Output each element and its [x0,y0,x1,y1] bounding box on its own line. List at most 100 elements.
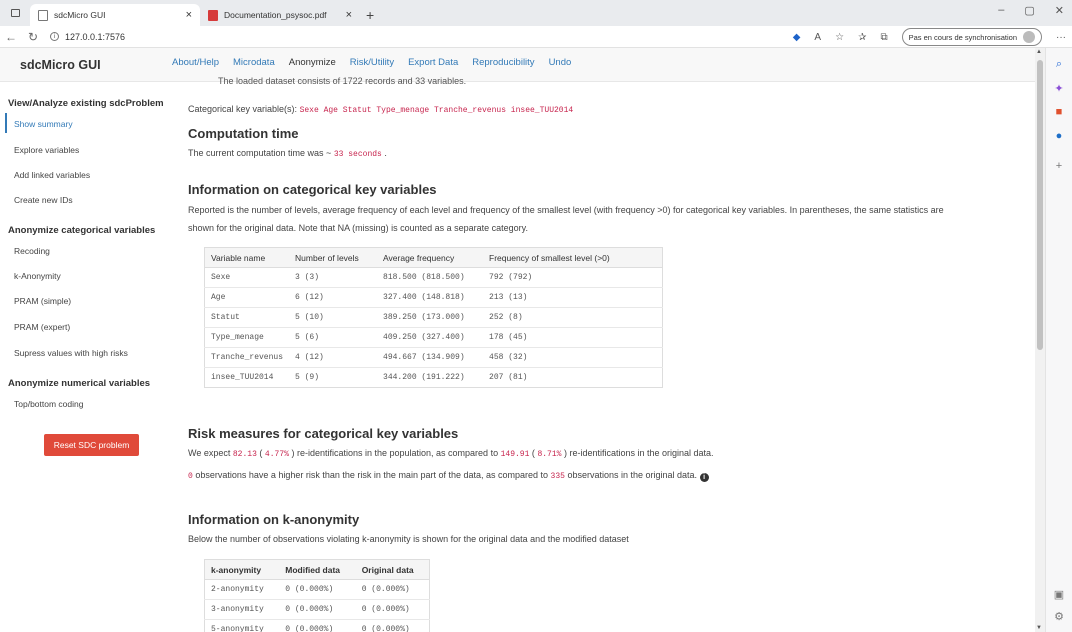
url-text: 127.0.0.1:7576 [65,31,126,42]
table-cell: 792 (792) [483,267,663,288]
table-cell: 0 (0.000%) [279,599,356,620]
refresh-icon[interactable]: ↻ [22,30,44,44]
menu-risk-utility[interactable]: Risk/Utility [350,57,394,68]
categorical-info-title: Information on categorical key variables [188,182,437,197]
table-cell: 327.400 (148.818) [377,287,484,308]
sidebar-item-explore-variables[interactable]: Explore variables [14,145,79,155]
scroll-up-icon[interactable]: ▲ [1036,49,1042,55]
gear-icon[interactable]: ⚙ [1053,610,1065,623]
column-header: Frequency of smallest level (>0) [483,247,663,268]
sidebar-item-recoding[interactable]: Recoding [14,246,50,256]
close-window-button[interactable]: ✕ [1055,4,1064,17]
computation-time-title: Computation time [188,126,299,141]
sidebar-item-supress-high-risks[interactable]: Supress values with high risks [14,348,128,358]
column-header: Number of levels [289,247,378,268]
url-field[interactable]: i 127.0.0.1:7576 [50,32,125,42]
risk-line-reidentifications: We expect 82.13 ( 4.77% ) re-identificat… [188,448,714,459]
table-cell: 5 (6) [289,327,378,348]
menu-export-data[interactable]: Export Data [408,57,458,68]
outlook-icon[interactable]: ● [1053,130,1065,142]
menu-about-help[interactable]: About/Help [172,57,219,68]
favorite-star-icon[interactable]: ☆ [835,32,844,43]
table-cell: 3 (3) [289,267,378,288]
sidebar-item-top-bottom-coding[interactable]: Top/bottom coding [14,399,83,409]
scrollbar-thumb[interactable] [1037,60,1043,350]
menu-anonymize[interactable]: Anonymize [289,57,336,68]
office-icon[interactable]: ■ [1053,106,1065,118]
app-navbar: sdcMicro GUI About/Help Microdata Anonym… [0,48,1035,86]
info-icon[interactable]: i [699,473,709,482]
risk-line-observations: 0 observations have a higher risk than t… [188,470,709,482]
risk-value: 0 [188,472,193,481]
table-cell: 458 (32) [483,347,663,368]
table-row: 2-anonymity 0 (0.000%) 0 (0.000%) [204,579,430,600]
reset-sdc-problem-button[interactable]: Reset SDC problem [44,434,139,456]
menu-reproducibility[interactable]: Reproducibility [472,57,534,68]
browser-tab-bar: sdcMicro GUI × Documentation_psysoc.pdf … [0,0,1072,26]
sidebar-toggle-icon[interactable]: ▣ [1053,588,1065,601]
k-anonymity-table: k-anonymity Modified data Original data … [204,559,430,632]
copilot-icon[interactable]: ✦ [1053,82,1065,95]
menu-undo[interactable]: Undo [549,57,572,68]
collections-icon[interactable]: ⧉ [880,32,887,43]
risk-value: 335 [550,472,565,481]
close-icon[interactable]: × [346,9,352,21]
add-icon[interactable]: + [1053,160,1065,172]
new-tab-button[interactable]: + [366,4,374,26]
table-row: Sexe 3 (3) 818.500 (818.500) 792 (792) [204,267,663,288]
table-cell: 0 (0.000%) [355,579,430,600]
risk-text: ( [259,448,263,458]
risk-text: observations have a higher risk than the… [195,470,549,480]
table-cell: 0 (0.000%) [279,619,356,632]
risk-value: 149.91 [500,450,530,459]
risk-value: 4.77% [264,450,289,459]
risk-measures-title: Risk measures for categorical key variab… [188,426,459,441]
table-row: Statut 5 (10) 389.250 (173.000) 252 (8) [204,307,663,328]
sidebar-item-create-new-ids[interactable]: Create new IDs [14,195,73,205]
table-cell: Sexe [204,267,290,288]
table-cell: 389.250 (173.000) [377,307,484,328]
tab-documentation-pdf[interactable]: Documentation_psysoc.pdf × [200,4,360,26]
favorites-icon[interactable]: ✰ [858,32,866,43]
table-row: Type_menage 5 (6) 409.250 (327.400) 178 … [204,327,663,348]
sidebar-item-k-anonymity[interactable]: k-Anonymity [14,271,61,281]
tab-sdcmicro[interactable]: sdcMicro GUI × [30,4,200,26]
table-cell: 5 (9) [289,367,378,388]
close-icon[interactable]: × [186,9,192,21]
page-scrollbar[interactable]: ▲ ▼ [1035,48,1045,632]
sidebar-item-add-linked-variables[interactable]: Add linked variables [14,170,90,180]
extension-icon[interactable]: ◆ [793,32,801,43]
sidebar-item-pram-expert[interactable]: PRAM (expert) [14,322,70,332]
minimize-button[interactable]: – [998,4,1004,17]
site-info-icon[interactable]: i [50,32,59,41]
sync-profile-button[interactable]: Pas en cours de synchronisation [901,28,1042,46]
menu-microdata[interactable]: Microdata [233,57,275,68]
computation-time-value: 33 seconds [333,150,382,159]
more-menu-icon[interactable]: ··· [1056,32,1066,43]
app-brand: sdcMicro GUI [20,58,101,72]
key-variables-line: Categorical key variable(s): Sexe Age St… [188,104,573,115]
k-anonymity-title: Information on k-anonymity [188,512,360,527]
risk-value: 8.71% [537,450,562,459]
computation-time-text: The current computation time was ~ [188,148,332,158]
column-header: Variable name [204,247,290,268]
sidebar-item-pram-simple[interactable]: PRAM (simple) [14,296,71,306]
key-variables-value: Sexe Age Statut Type_menage Tranche_reve… [299,106,574,115]
k-anonymity-text: Below the number of observations violati… [188,534,629,544]
risk-text: ) re-identifications in the original dat… [563,448,714,458]
table-cell: 5 (10) [289,307,378,328]
table-cell: Statut [204,307,290,328]
table-row: insee_TUU2014 5 (9) 344.200 (191.222) 20… [204,367,663,388]
table-cell: 207 (81) [483,367,663,388]
scroll-down-icon[interactable]: ▼ [1036,625,1042,631]
search-icon[interactable]: ⌕ [1053,58,1065,70]
read-aloud-icon[interactable]: A [814,32,821,43]
sidebar-item-show-summary[interactable]: Show summary [14,119,73,129]
maximize-button[interactable]: ▢ [1024,4,1034,17]
back-arrow-icon[interactable]: ← [0,30,22,44]
table-cell: 818.500 (818.500) [377,267,484,288]
tab-actions-icon[interactable] [0,0,30,26]
computation-time-end: . [384,148,387,158]
table-cell: 2-anonymity [204,579,280,600]
table-cell: Tranche_revenus [204,347,290,368]
